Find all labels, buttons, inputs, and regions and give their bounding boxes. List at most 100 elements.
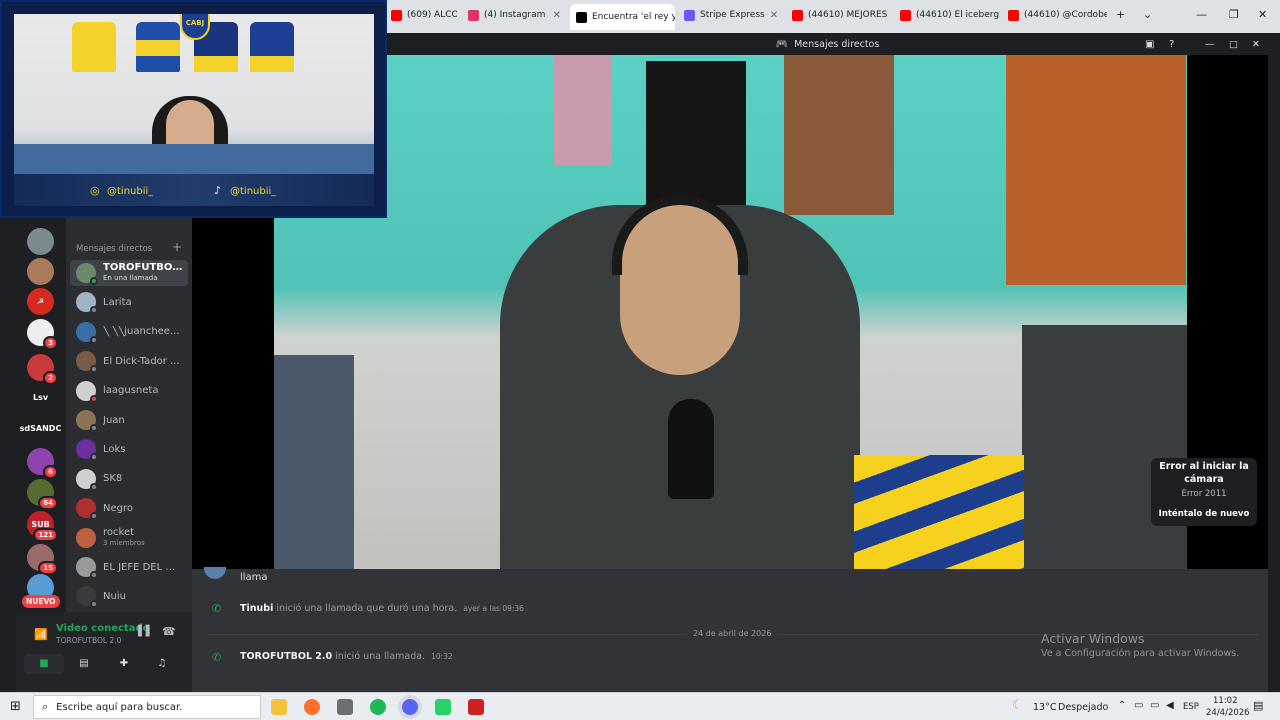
dm-header: Mensajes directos bbox=[76, 244, 153, 254]
dm-item[interactable]: Nuiu bbox=[70, 583, 188, 609]
dm-item[interactable]: ╲ ╲╲juanchee... bbox=[70, 319, 188, 345]
disconnect-icon[interactable]: ☎ bbox=[162, 625, 176, 638]
clock-time[interactable]: 11:02 bbox=[1213, 696, 1238, 706]
streaming-app-icon[interactable] bbox=[468, 699, 484, 715]
signal-icon[interactable]: 📶 bbox=[34, 628, 48, 641]
server-icon[interactable]: 64 bbox=[27, 479, 58, 510]
dm-item[interactable]: El Dick-Tador ... bbox=[70, 348, 188, 374]
dm-item[interactable]: Negro bbox=[70, 495, 188, 521]
status-indicator bbox=[90, 424, 98, 432]
close-tab-icon[interactable]: ✕ bbox=[770, 10, 778, 21]
tab-favicon-icon bbox=[684, 9, 695, 21]
msg2-user[interactable]: TOROFUTBOL 2.0 bbox=[240, 651, 332, 662]
overlay-frame bbox=[14, 174, 374, 206]
discord-taskbar-icon[interactable] bbox=[402, 699, 418, 715]
server-icon[interactable]: SUB 121 bbox=[27, 511, 58, 542]
close-discord-button[interactable]: ✕ bbox=[1252, 39, 1260, 50]
tab-label: (44610) El iceberg d bbox=[916, 10, 999, 20]
dm-item[interactable]: SK8 bbox=[70, 466, 188, 492]
chat-avatar bbox=[204, 567, 226, 579]
status-indicator bbox=[90, 335, 98, 344]
server-icon[interactable]: sdSANDC bbox=[20, 415, 61, 442]
soundboard-button[interactable]: ♫ bbox=[142, 654, 182, 674]
weather-icon: ☾ bbox=[1012, 698, 1024, 713]
inbox-icon[interactable]: ▣ bbox=[1145, 39, 1154, 50]
discord-title-bar: 🎮 Mensajes directos ▣ ? — □ ✕ bbox=[387, 33, 1268, 55]
server-icon[interactable]: ☭ bbox=[27, 288, 54, 315]
firefox-icon[interactable] bbox=[304, 699, 320, 715]
tab-favicon-icon bbox=[391, 9, 402, 21]
server-icon[interactable] bbox=[27, 258, 54, 285]
dm-item[interactable]: TOROFUTBOL ... En una llamada bbox=[70, 260, 188, 286]
dm-avatar bbox=[76, 557, 98, 579]
server-icon[interactable]: 6 bbox=[27, 448, 58, 479]
browser-tab[interactable]: (609) ALCOHOLIZ ✕ bbox=[385, 4, 457, 26]
minimize-button[interactable]: — bbox=[1196, 8, 1207, 21]
voice-channel: TOROFUTBOL 2.0 bbox=[56, 636, 122, 645]
browser-tab[interactable]: (44610) @Cordobe ✕ bbox=[1002, 4, 1107, 26]
jersey-yellow bbox=[72, 22, 116, 72]
unread-badge: 15 bbox=[38, 561, 58, 575]
unread-badge: 64 bbox=[38, 496, 58, 510]
retry-button[interactable]: Inténtalo de nuevo bbox=[1151, 509, 1257, 519]
help-icon[interactable]: ? bbox=[1169, 39, 1174, 50]
browser-tab[interactable]: (44610) El iceberg d ✕ bbox=[894, 4, 999, 26]
activities-button[interactable]: ✚ bbox=[104, 654, 144, 674]
restore-button[interactable]: ❐ bbox=[1229, 8, 1239, 21]
msg1-user[interactable]: Tinubi bbox=[240, 603, 273, 614]
browser-tab[interactable]: (4) Instagram ✕ bbox=[462, 4, 567, 26]
status-indicator bbox=[90, 600, 98, 609]
weather-text[interactable]: Despejado bbox=[1058, 702, 1108, 713]
server-icon[interactable]: 2 bbox=[27, 354, 58, 385]
tab-label: (44610) @Cordobe bbox=[1024, 10, 1107, 20]
screen-share-button[interactable]: ▤ bbox=[64, 654, 104, 674]
close-window-button[interactable]: ✕ bbox=[1258, 8, 1267, 21]
clock-date[interactable]: 24/4/2026 bbox=[1206, 708, 1250, 718]
minimize-discord-button[interactable]: — bbox=[1205, 39, 1215, 50]
whatsapp-icon[interactable] bbox=[435, 699, 451, 715]
maximize-discord-button[interactable]: □ bbox=[1229, 39, 1238, 50]
spotify-icon[interactable] bbox=[370, 699, 386, 715]
dm-avatar bbox=[76, 292, 98, 315]
volume-icon[interactable]: ◀ bbox=[1166, 700, 1174, 711]
jersey-blue-1 bbox=[136, 22, 180, 72]
language-indicator[interactable]: ESP bbox=[1183, 702, 1199, 712]
battery-icon[interactable]: ▭ bbox=[1150, 700, 1159, 711]
discord-icon: 🎮 bbox=[775, 38, 789, 50]
new-tab-button[interactable]: + bbox=[1116, 8, 1125, 21]
dm-item[interactable]: Loks bbox=[70, 436, 188, 462]
tab-list-button[interactable]: ⌄ bbox=[1143, 8, 1152, 21]
notifications-icon[interactable]: ▤ bbox=[1253, 699, 1263, 712]
server-icon[interactable]: 3 bbox=[27, 319, 58, 350]
camera-error-title: Error al iniciar la cámara bbox=[1159, 461, 1249, 485]
dm-item[interactable]: rocket 3 miembros bbox=[70, 525, 188, 551]
browser-tab[interactable]: (44610) MEJORES M ✕ bbox=[786, 4, 891, 26]
browser-tab[interactable]: Encuentra 'el rey ya ✕ bbox=[570, 4, 675, 30]
dm-item[interactable]: Larita bbox=[70, 289, 188, 315]
noise-suppression-icon[interactable]: ▌▌ bbox=[138, 626, 153, 637]
server-icon[interactable]: Lsv bbox=[27, 384, 54, 411]
dm-item[interactable]: Juan bbox=[70, 407, 188, 433]
camera-button[interactable]: ■ bbox=[24, 654, 64, 674]
close-tab-icon[interactable]: ✕ bbox=[553, 10, 561, 21]
dm-item[interactable]: laagusneta bbox=[70, 378, 188, 404]
file-explorer-icon[interactable] bbox=[271, 699, 287, 715]
dm-name: SK8 bbox=[103, 473, 123, 485]
add-dm-button[interactable]: + bbox=[172, 240, 182, 254]
server-icon[interactable]: 15 bbox=[27, 544, 58, 575]
windows-taskbar: ⊞ ⌕ Escribe aquí para buscar. ☾ 13°C Des… bbox=[0, 692, 1280, 720]
network-icon[interactable]: ▭ bbox=[1134, 700, 1143, 711]
dm-avatar bbox=[76, 527, 96, 548]
tray-chevron-icon[interactable]: ⌃ bbox=[1118, 700, 1126, 711]
server-icon[interactable] bbox=[27, 228, 54, 255]
browser-tab[interactable]: Stripe Express ✕ bbox=[678, 4, 783, 26]
remote-video-feed[interactable] bbox=[274, 55, 1187, 569]
status-indicator bbox=[90, 571, 98, 579]
taskbar-search[interactable]: ⌕ Escribe aquí para buscar. bbox=[33, 695, 261, 719]
start-button[interactable]: ⊞ bbox=[10, 699, 21, 714]
app-icon[interactable] bbox=[337, 699, 353, 715]
dm-item[interactable]: EL JEFE DEL M... bbox=[70, 554, 188, 580]
chat-log: llama ✆ Tinubi inició una llamada que du… bbox=[192, 567, 1268, 692]
status-indicator bbox=[90, 512, 98, 521]
weather-temp[interactable]: 13°C bbox=[1033, 702, 1056, 713]
